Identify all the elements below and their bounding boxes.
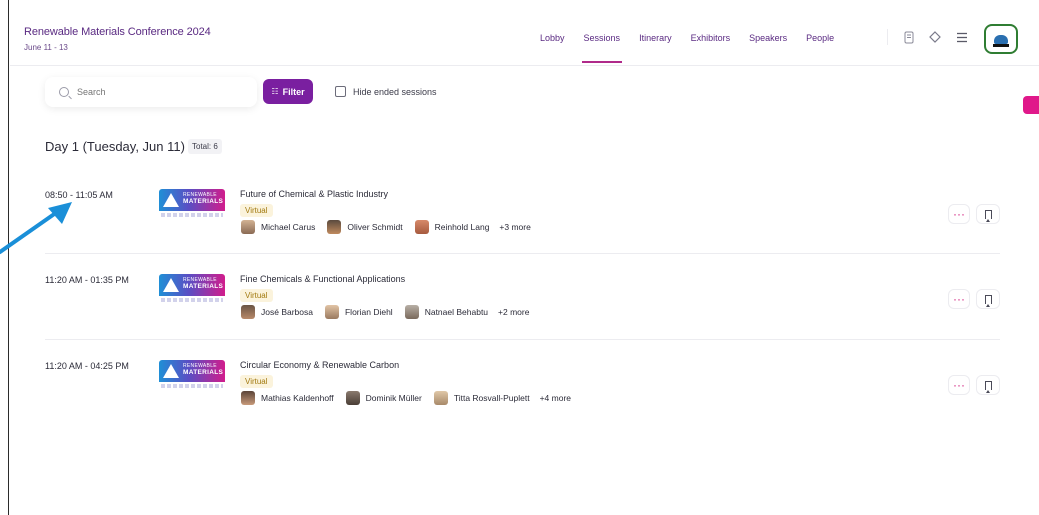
chat-icon[interactable] [1023,96,1039,114]
session-thumbnail: RENEWABLE MATERIALS [159,360,225,390]
session-time: 11:20 AM - 01:35 PM [45,275,129,285]
hide-ended-label: Hide ended sessions [353,86,437,97]
speaker-avatar [241,305,255,319]
row-divider [45,253,1000,254]
day-heading: Day 1 (Tuesday, Jun 11) [45,139,185,154]
total-badge: Total: 6 [188,139,222,154]
session-row[interactable]: 11:20 AM - 01:35 PM RENEWABLE MATERIALS F… [45,269,1000,355]
session-row[interactable]: 11:20 AM - 04:25 PM RENEWABLE MATERIALS C… [45,355,1000,441]
session-title[interactable]: Future of Chemical & Plastic Industry [240,189,388,199]
speaker[interactable]: Titta Rosvall-Puplett [433,391,530,405]
bookmark-button[interactable] [976,375,1000,395]
nav-itinerary[interactable]: Itinerary [639,33,672,43]
menu-icon[interactable] [954,29,970,45]
filter-button[interactable]: ☷ Filter [263,79,313,104]
session-title[interactable]: Circular Economy & Renewable Carbon [240,360,399,370]
speaker[interactable]: Dominik Müller [345,391,422,405]
filter-label: Filter [282,86,305,97]
main-nav: Lobby Sessions Itinerary Exhibitors Spea… [540,33,853,63]
bookmark-icon [984,380,992,393]
event-title[interactable]: Renewable Materials Conference 2024 [24,26,211,38]
more-options-button[interactable]: ··· [948,289,970,309]
speaker[interactable]: José Barbosa [241,305,313,319]
speaker[interactable]: Oliver Schmidt [327,220,403,234]
more-options-button[interactable]: ··· [948,375,970,395]
virtual-badge: Virtual [240,204,273,217]
nav-exhibitors[interactable]: Exhibitors [691,33,731,43]
session-thumbnail: RENEWABLE MATERIALS [159,274,225,304]
speaker[interactable]: Mathias Kaldenhoff [241,391,334,405]
session-time: 11:20 AM - 04:25 PM [45,361,129,371]
speaker-avatar [433,391,448,405]
hide-ended-checkbox[interactable] [335,86,346,97]
speaker-avatar [404,305,419,319]
profile-avatar-icon[interactable] [984,24,1018,54]
speaker[interactable]: Reinhold Lang [414,220,489,234]
bookmark-button[interactable] [976,204,1000,224]
speaker-list: Michael Carus Oliver Schmidt Reinhold La… [241,220,531,234]
search-box[interactable] [45,77,257,107]
row-divider [45,339,1000,340]
session-row[interactable]: 08:50 - 11:05 AM RENEWABLE MATERIALS Futu… [45,184,1000,270]
search-input[interactable] [77,87,237,97]
nav-speakers[interactable]: Speakers [749,33,787,43]
event-dates: June 11 - 13 [24,43,68,52]
session-time: 08:50 - 11:05 AM [45,190,113,200]
speaker-list: José Barbosa Florian Diehl Natnael Behab… [241,305,529,319]
top-header: Renewable Materials Conference 2024 June… [10,0,1039,66]
search-icon [59,87,69,97]
annotation-arrow-icon [0,202,72,254]
nav-divider [887,29,888,45]
virtual-badge: Virtual [240,289,273,302]
session-title[interactable]: Fine Chemicals & Functional Applications [240,274,405,284]
speaker-avatar [327,220,342,234]
more-speakers[interactable]: +3 more [499,222,530,232]
speaker-list: Mathias Kaldenhoff Dominik Müller Titta … [241,391,571,405]
speaker-avatar [414,220,429,234]
session-thumbnail: RENEWABLE MATERIALS [159,189,225,219]
bookmark-icon [984,294,992,307]
speaker-avatar [241,391,255,405]
badge-icon[interactable] [901,29,917,45]
nav-people[interactable]: People [806,33,834,43]
nav-sessions[interactable]: Sessions [581,33,622,63]
filter-icon: ☷ [271,87,279,96]
speaker[interactable]: Natnael Behabtu [404,305,488,319]
virtual-badge: Virtual [240,375,273,388]
speaker-avatar [345,391,360,405]
speaker-avatar [241,220,255,234]
diamond-icon[interactable] [927,29,943,45]
more-speakers[interactable]: +2 more [498,307,529,317]
speaker[interactable]: Florian Diehl [324,305,393,319]
more-speakers[interactable]: +4 more [540,393,571,403]
hide-ended-toggle[interactable]: Hide ended sessions [335,86,437,97]
nav-lobby[interactable]: Lobby [540,33,565,43]
speaker[interactable]: Michael Carus [241,220,315,234]
bookmark-icon [984,209,992,222]
more-options-button[interactable]: ··· [948,204,970,224]
speaker-avatar [324,305,339,319]
bookmark-button[interactable] [976,289,1000,309]
